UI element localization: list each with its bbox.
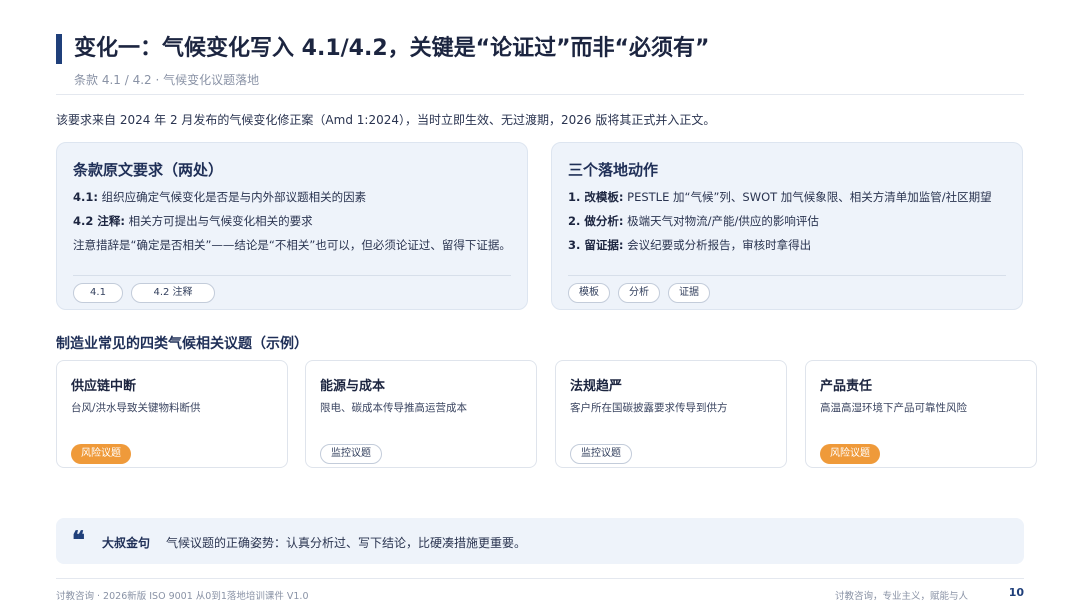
page-title: 变化一：气候变化写入 4.1/4.2，关键是“论证过”而非“必须有” bbox=[74, 36, 710, 61]
card-line: 4.2 注释: 相关方可提出与气候变化相关的要求 bbox=[73, 213, 313, 229]
line-label: 3. 留证据: bbox=[568, 238, 624, 252]
risk-tag: 风险议题 bbox=[71, 444, 131, 464]
line-label: 2. 做分析: bbox=[568, 214, 624, 228]
quote-icon: ❝ bbox=[72, 525, 85, 554]
chip-group: 4.1 4.2 注释 bbox=[73, 283, 215, 303]
footer-left: 讨教咨询 · 2026新版 ISO 9001 从0到1落地培训课件 V1.0 bbox=[56, 591, 309, 602]
card-divider bbox=[73, 275, 511, 276]
chip-group: 模板 分析 证据 bbox=[568, 283, 710, 303]
line-text: 组织应确定气候变化是否是与内外部议题相关的因素 bbox=[97, 190, 367, 204]
card-line: 2. 做分析: 极端天气对物流/产能/供应的影响评估 bbox=[568, 213, 819, 229]
quote-text: 气候议题的正确姿势：认真分析过、写下结论，比硬凑措施更重要。 bbox=[166, 536, 527, 550]
page-subtitle: 条款 4.1 / 4.2 · 气候变化议题落地 bbox=[74, 73, 260, 87]
risk-tag: 风险议题 bbox=[820, 444, 880, 464]
topic-desc: 高温高湿环境下产品可靠性风险 bbox=[820, 402, 967, 414]
monitor-tag: 监控议题 bbox=[320, 444, 382, 464]
chip-template: 模板 bbox=[568, 283, 610, 303]
card-line: 1. 改模板: PESTLE 加“气候”列、SWOT 加气候象限、相关方清单加监… bbox=[568, 189, 992, 205]
line-label: 4.1: bbox=[73, 190, 98, 204]
page-number: 10 bbox=[1008, 586, 1024, 599]
section-title: 制造业常见的四类气候相关议题（示例） bbox=[56, 336, 308, 352]
topic-card-regulation: 法规趋严 客户所在国碳披露要求传导到供方 监控议题 bbox=[555, 360, 787, 468]
topic-card-energy-cost: 能源与成本 限电、碳成本传导推高运营成本 监控议题 bbox=[305, 360, 537, 468]
topic-desc: 客户所在国碳披露要求传导到供方 bbox=[570, 402, 728, 414]
line-text: 注意措辞是“确定是否相关”——结论是“不相关”也可以，但必须论证过、留得下证据。 bbox=[73, 238, 511, 252]
card-divider bbox=[568, 275, 1006, 276]
quote-label: 大叔金句 bbox=[102, 536, 151, 550]
line-text: PESTLE 加“气候”列、SWOT 加气候象限、相关方清单加监管/社区期望 bbox=[623, 190, 992, 204]
line-text: 极端天气对物流/产能/供应的影响评估 bbox=[623, 214, 819, 228]
chip-4-1: 4.1 bbox=[73, 283, 123, 303]
topic-title: 供应链中断 bbox=[71, 379, 137, 394]
chip-evidence: 证据 bbox=[668, 283, 710, 303]
topic-title: 产品责任 bbox=[820, 379, 873, 394]
chip-4-2-note: 4.2 注释 bbox=[131, 283, 215, 303]
card-line: 4.1: 组织应确定气候变化是否是与内外部议题相关的因素 bbox=[73, 189, 366, 205]
line-text: 会议纪要或分析报告，审核时拿得出 bbox=[623, 238, 812, 252]
clause-requirements-card: 条款原文要求（两处） 4.1: 组织应确定气候变化是否是与内外部议题相关的因素 … bbox=[56, 142, 528, 310]
footer-right: 讨教咨询，专业主义，赋能与人 bbox=[834, 591, 968, 602]
topic-desc: 限电、碳成本传导推高运营成本 bbox=[320, 402, 467, 414]
footer-divider bbox=[56, 578, 1024, 579]
topic-title: 法规趋严 bbox=[570, 379, 623, 394]
quote-box: ❝ 大叔金句 气候议题的正确姿势：认真分析过、写下结论，比硬凑措施更重要。 bbox=[56, 518, 1024, 564]
line-text: 相关方可提出与气候变化相关的要求 bbox=[124, 214, 313, 228]
three-actions-card: 三个落地动作 1. 改模板: PESTLE 加“气候”列、SWOT 加气候象限、… bbox=[551, 142, 1023, 310]
topic-card-supply-chain: 供应链中断 台风/洪水导致关键物料断供 风险议题 bbox=[56, 360, 288, 468]
card-title: 条款原文要求（两处） bbox=[73, 161, 224, 179]
card-line: 注意措辞是“确定是否相关”——结论是“不相关”也可以，但必须论证过、留得下证据。 bbox=[73, 237, 511, 253]
chip-analysis: 分析 bbox=[618, 283, 660, 303]
topic-desc: 台风/洪水导致关键物料断供 bbox=[71, 402, 201, 414]
monitor-tag: 监控议题 bbox=[570, 444, 632, 464]
intro-text: 该要求来自 2024 年 2 月发布的气候变化修正案（Amd 1:2024），当… bbox=[56, 113, 716, 127]
line-label: 1. 改模板: bbox=[568, 190, 624, 204]
card-title: 三个落地动作 bbox=[568, 161, 659, 179]
header-divider bbox=[56, 94, 1024, 95]
card-line: 3. 留证据: 会议纪要或分析报告，审核时拿得出 bbox=[568, 237, 811, 253]
topic-title: 能源与成本 bbox=[320, 379, 386, 394]
title-accent-bar bbox=[56, 34, 62, 64]
slide: 变化一：气候变化写入 4.1/4.2，关键是“论证过”而非“必须有” 条款 4.… bbox=[0, 0, 1080, 608]
line-label: 4.2 注释: bbox=[73, 214, 125, 228]
topic-card-product-liability: 产品责任 高温高湿环境下产品可靠性风险 风险议题 bbox=[805, 360, 1037, 468]
